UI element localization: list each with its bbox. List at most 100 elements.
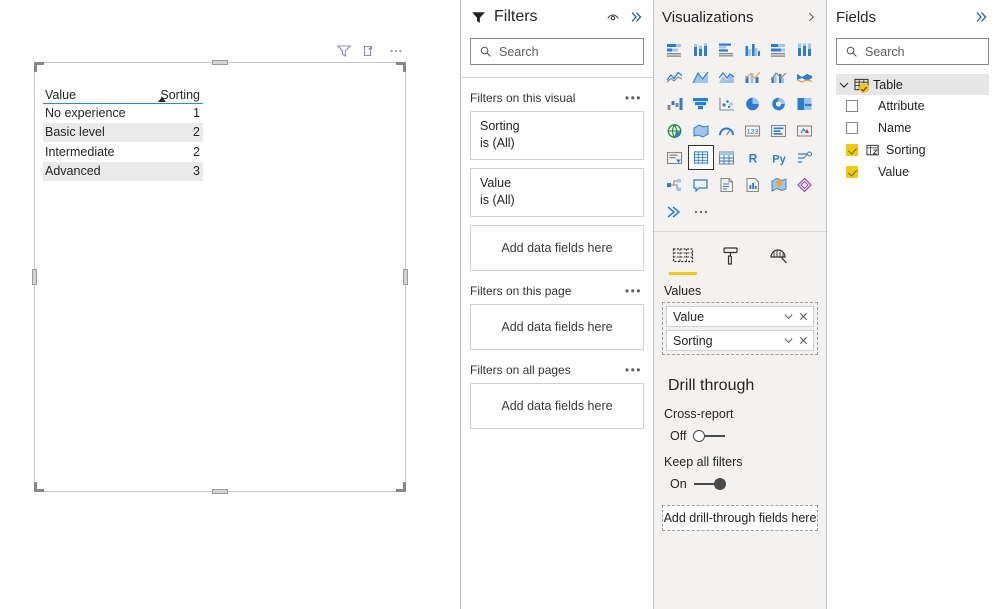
more-options-icon[interactable] <box>388 43 404 59</box>
line-and-clustered-column-chart-icon[interactable] <box>766 64 792 89</box>
stacked-column-chart-icon[interactable] <box>688 37 714 62</box>
decomposition-tree-icon[interactable] <box>662 172 688 197</box>
gauge-icon[interactable] <box>714 118 740 143</box>
kpi-icon[interactable] <box>792 118 818 143</box>
cross-report-toggle[interactable] <box>693 429 726 443</box>
resize-handle-top-left[interactable] <box>34 62 44 72</box>
arcgis-map-icon[interactable] <box>766 172 792 197</box>
well-item-sorting[interactable]: Sorting <box>666 330 814 351</box>
cross-report-toggle-row[interactable]: Off <box>670 429 818 443</box>
report-canvas[interactable]: Value Sorting No experience 1 Basic leve… <box>0 0 460 609</box>
resize-handle-bottom[interactable] <box>212 489 228 494</box>
filter-card-value[interactable]: Value is (All) <box>470 168 644 217</box>
well-item-value[interactable]: Value <box>666 306 814 327</box>
filters-visual-drop-zone[interactable]: Add data fields here <box>470 225 644 271</box>
column-header-value[interactable]: Value <box>43 71 149 104</box>
filters-group-more-options-icon[interactable]: ••• <box>623 363 644 377</box>
format-tab[interactable] <box>716 241 746 271</box>
power-automate-icon[interactable] <box>662 199 688 224</box>
filters-group-more-options-icon[interactable]: ••• <box>623 284 644 298</box>
funnel-chart-icon[interactable] <box>688 91 714 116</box>
100-percent-stacked-bar-chart-icon[interactable] <box>766 37 792 62</box>
field-checkbox[interactable] <box>846 122 858 134</box>
collapse-visualizations-chevron-icon[interactable] <box>804 10 818 24</box>
field-checkbox[interactable] <box>846 100 858 112</box>
line-chart-icon[interactable] <box>662 64 688 89</box>
field-item-attribute[interactable]: Attribute <box>836 95 989 117</box>
field-item-value[interactable]: Value <box>836 161 989 183</box>
table-row[interactable]: No experience 1 <box>43 103 203 123</box>
analytics-tab[interactable] <box>764 241 794 271</box>
waterfall-chart-icon[interactable] <box>662 91 688 116</box>
clustered-bar-chart-icon[interactable] <box>714 37 740 62</box>
hide-filters-eye-icon[interactable] <box>605 9 621 25</box>
ribbon-chart-icon[interactable] <box>792 64 818 89</box>
resize-handle-right[interactable] <box>403 269 408 285</box>
filters-all-pages-drop-zone[interactable]: Add data fields here <box>470 383 644 429</box>
area-chart-icon[interactable] <box>688 64 714 89</box>
q-and-a-icon[interactable] <box>688 172 714 197</box>
paginated-report-icon[interactable] <box>714 172 740 197</box>
stacked-bar-chart-icon[interactable] <box>662 37 688 62</box>
table-visual-icon[interactable] <box>688 145 714 170</box>
field-checkbox[interactable] <box>846 144 858 156</box>
100-percent-stacked-column-chart-icon[interactable] <box>792 37 818 62</box>
matrix-icon[interactable] <box>714 145 740 170</box>
fields-tab[interactable] <box>668 241 698 275</box>
power-apps-icon[interactable] <box>792 172 818 197</box>
table-row[interactable]: Basic level 2 <box>43 122 203 142</box>
table-visual-grid[interactable]: Value Sorting No experience 1 Basic leve… <box>43 71 203 181</box>
resize-handle-top-right[interactable] <box>396 62 406 72</box>
selected-visual-container[interactable]: Value Sorting No experience 1 Basic leve… <box>32 40 408 494</box>
values-field-well[interactable]: Value Sorting <box>662 302 818 355</box>
fields-search-input[interactable]: Search <box>836 38 989 65</box>
remove-field-icon[interactable] <box>798 335 809 346</box>
key-influencers-icon[interactable] <box>792 145 818 170</box>
field-item-name[interactable]: Name <box>836 117 989 139</box>
multi-row-card-icon[interactable] <box>766 118 792 143</box>
stacked-area-chart-icon[interactable] <box>714 64 740 89</box>
more-visuals-icon[interactable] <box>688 199 714 224</box>
resize-handle-top[interactable] <box>212 60 228 65</box>
filters-page-drop-zone[interactable]: Add data fields here <box>470 304 644 350</box>
drill-through-drop-zone[interactable]: Add drill-through fields here <box>662 505 818 531</box>
line-and-stacked-column-chart-icon[interactable] <box>740 64 766 89</box>
visualization-property-tabs[interactable] <box>662 232 818 275</box>
chevron-down-icon[interactable] <box>783 311 794 322</box>
scatter-chart-icon[interactable] <box>714 91 740 116</box>
python-visual-icon[interactable]: Py <box>766 145 792 170</box>
visual-type-gallery[interactable]: 123 R Py <box>662 34 818 229</box>
field-item-sorting[interactable]: Sorting <box>836 139 989 161</box>
filters-group-more-options-icon[interactable]: ••• <box>623 91 644 105</box>
card-icon[interactable]: 123 <box>740 118 766 143</box>
keep-all-filters-toggle-row[interactable]: On <box>670 477 818 491</box>
focus-mode-icon[interactable] <box>362 43 378 59</box>
resize-handle-bottom-right[interactable] <box>396 482 406 492</box>
treemap-icon[interactable] <box>792 91 818 116</box>
fields-table-node[interactable]: Table <box>836 74 989 95</box>
keep-all-filters-toggle[interactable] <box>693 477 726 491</box>
donut-chart-icon[interactable] <box>766 91 792 116</box>
chevron-down-icon[interactable] <box>783 335 794 346</box>
clustered-column-chart-icon[interactable] <box>740 37 766 62</box>
chevron-down-icon[interactable] <box>838 79 850 91</box>
filled-map-icon[interactable] <box>688 118 714 143</box>
resize-handle-bottom-left[interactable] <box>34 482 44 492</box>
map-icon[interactable] <box>662 118 688 143</box>
remove-field-icon[interactable] <box>798 311 809 322</box>
r-script-visual-icon[interactable]: R <box>740 145 766 170</box>
filter-card-sorting[interactable]: Sorting is (All) <box>470 111 644 160</box>
smart-narrative-icon[interactable] <box>740 172 766 197</box>
pie-chart-icon[interactable] <box>740 91 766 116</box>
table-row[interactable]: Advanced 3 <box>43 161 203 181</box>
table-row[interactable]: Intermediate 2 <box>43 142 203 162</box>
resize-handle-left[interactable] <box>32 269 37 285</box>
column-header-sorting[interactable]: Sorting <box>148 71 203 104</box>
table-visual[interactable]: Value Sorting No experience 1 Basic leve… <box>32 60 408 494</box>
expand-fields-chevron-icon[interactable] <box>973 9 989 25</box>
filters-search-input[interactable]: Search <box>470 38 644 65</box>
slicer-icon[interactable] <box>662 145 688 170</box>
expand-filters-chevron-icon[interactable] <box>628 9 644 25</box>
field-checkbox[interactable] <box>846 166 858 178</box>
filter-icon[interactable] <box>336 43 352 59</box>
